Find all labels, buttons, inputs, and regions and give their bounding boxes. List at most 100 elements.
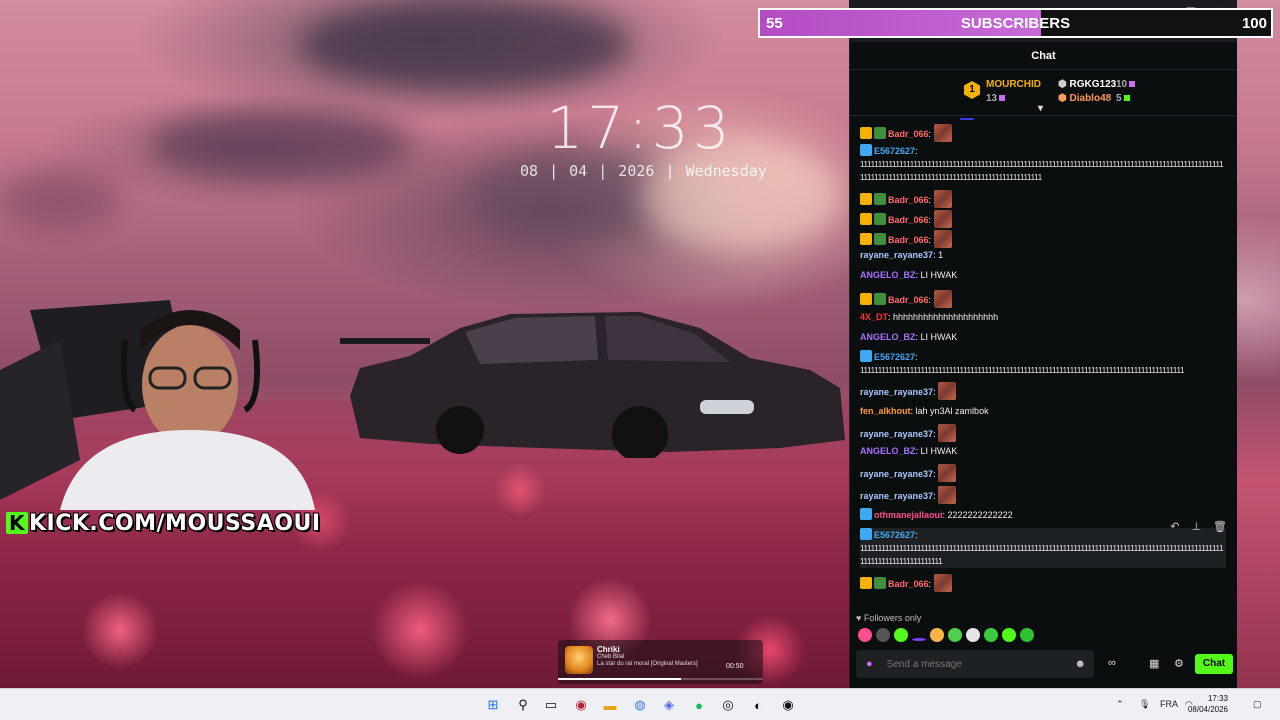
album-art — [565, 646, 593, 674]
notification-icon[interactable]: ▢ — [1253, 699, 1262, 710]
chat-username[interactable]: Badr_066 — [888, 235, 929, 245]
delete-icon[interactable]: 🗑 — [1213, 520, 1227, 533]
chat-username[interactable]: othmanejallaoui — [874, 510, 943, 520]
message-actions: ↶ ⊥ 🗑 — [1170, 520, 1227, 533]
leader-1-count: 13 — [986, 93, 1006, 104]
sub-goal-title: SUBSCRIBERS — [960, 14, 1071, 32]
task-view-icon[interactable]: ▭ — [542, 696, 560, 714]
leader-1-user[interactable]: MOURCHID — [986, 79, 1041, 90]
chat-username[interactable]: fen_alkhout — [860, 406, 911, 416]
store-icon[interactable]: ▦ — [1149, 657, 1159, 670]
emote-2[interactable] — [876, 628, 890, 642]
chat-message[interactable]: Badr_066: — [860, 190, 1226, 208]
mic-icon[interactable]: ● — [866, 658, 873, 670]
emote-8[interactable] — [984, 628, 998, 642]
chrome-icon[interactable]: ◍ — [631, 696, 649, 714]
emoji-icon[interactable]: ☻ — [1074, 658, 1086, 670]
quick-emote-row — [858, 628, 1034, 642]
leader-3-user[interactable]: ⬢ Diablo48 — [1058, 93, 1111, 104]
chat-message-text: LI HWAK — [920, 332, 958, 342]
reply-icon[interactable]: ↶ — [1170, 520, 1179, 533]
chat-message[interactable]: ANGELO_BZ: LI HWAK — [860, 444, 1226, 458]
clock-date: 08 | 04 | 2026 | Wednesday — [520, 162, 767, 180]
chat-message[interactable]: Badr_066: — [860, 290, 1226, 308]
emote-7[interactable] — [966, 628, 980, 642]
skull-badge-icon — [874, 577, 886, 589]
chat-username[interactable]: 4X_DT — [860, 312, 888, 322]
chat-message[interactable]: rayane_rayane37: — [860, 424, 1226, 442]
emote-9[interactable] — [1002, 628, 1016, 642]
file-explorer-icon[interactable]: ▬ — [601, 696, 619, 714]
tray-mic-icon[interactable]: 🎙 — [1139, 699, 1150, 710]
chat-message[interactable]: Badr_066: — [860, 230, 1226, 248]
chat-username[interactable]: Badr_066 — [888, 579, 929, 589]
emote-4[interactable] — [912, 638, 926, 641]
emote-image — [938, 382, 957, 400]
chat-username[interactable]: ANGELO_BZ — [860, 332, 916, 342]
emote-5[interactable] — [930, 628, 944, 642]
emote-1[interactable] — [858, 628, 872, 642]
now-playing-widget: Chriki Cheb Bilal La star du raï moral [… — [558, 640, 763, 684]
emote-image — [933, 124, 952, 142]
chat-username[interactable]: E5672627 — [874, 530, 915, 540]
collapse-icon[interactable]: ▾ — [1038, 103, 1043, 114]
chat-message-list[interactable]: Badr_066: E5672627: 11111111111111111111… — [850, 118, 1238, 608]
app-red-icon[interactable]: ◉ — [572, 696, 590, 714]
subscriber-goal-bar: 55 SUBSCRIBERS 100 — [758, 8, 1273, 38]
chat-message-text: hhhhhhhhhhhhhhhhhhhhh — [893, 312, 999, 322]
chat-username[interactable]: E5672627 — [874, 146, 915, 156]
chat-message[interactable]: E5672627: 111111111111111111111111111111… — [860, 528, 1226, 568]
chat-username[interactable]: E5672627 — [874, 352, 915, 362]
pin-icon[interactable]: ⊥ — [1191, 520, 1201, 533]
chat-username[interactable]: Badr_066 — [888, 129, 929, 139]
chat-message[interactable]: rayane_rayane37: — [860, 382, 1226, 400]
send-chat-button[interactable]: Chat — [1195, 654, 1233, 674]
emote-6[interactable] — [948, 628, 962, 642]
emote-3[interactable] — [894, 628, 908, 642]
app-g-icon[interactable]: ◐ — [749, 696, 767, 714]
settings-gear-icon[interactable]: ⚙ — [1174, 657, 1184, 670]
chat-username[interactable]: ANGELO_BZ — [860, 446, 916, 456]
chat-message[interactable]: ANGELO_BZ: LI HWAK — [860, 330, 1226, 344]
chat-message[interactable]: Badr_066: — [860, 210, 1226, 228]
chat-scrollbar[interactable] — [960, 118, 974, 120]
taskbar-clock[interactable]: 17:33 08/04/2026 — [1188, 693, 1228, 715]
chat-input-box[interactable]: ● ☻ — [856, 650, 1094, 678]
chat-username[interactable]: rayane_rayane37 — [860, 429, 933, 439]
chat-message[interactable]: Badr_066: — [860, 124, 1226, 142]
skull-badge-icon — [874, 127, 886, 139]
search-icon[interactable]: ⚲ — [514, 696, 532, 714]
chat-message[interactable]: ANGELO_BZ: LI HWAK — [860, 268, 1226, 282]
chat-message[interactable]: fen_alkhout: lah yn3Al zamlbok — [860, 404, 1226, 418]
chat-username[interactable]: rayane_rayane37 — [860, 491, 933, 501]
start-icon[interactable]: ⊞ — [484, 696, 502, 714]
chat-message[interactable]: rayane_rayane37: — [860, 486, 1226, 504]
app-dark-icon[interactable]: ◉ — [779, 696, 797, 714]
leader-2-user[interactable]: ⬢ RGKG123 — [1058, 79, 1116, 90]
chat-message[interactable]: Badr_066: — [860, 574, 1226, 592]
subscriber-badge-icon — [860, 508, 872, 520]
language-indicator[interactable]: FRA — [1160, 699, 1178, 709]
silver-badge-icon: ⬢ — [1058, 79, 1067, 90]
chat-username[interactable]: Badr_066 — [888, 295, 929, 305]
chat-username[interactable]: Badr_066 — [888, 215, 929, 225]
kick-url-text: KICK.COM/MOUSSAOUI — [29, 510, 321, 536]
obs-icon[interactable]: ◎ — [719, 696, 737, 714]
spotify-icon[interactable]: ● — [690, 696, 708, 714]
chat-message[interactable]: E5672627: 111111111111111111111111111111… — [860, 144, 1226, 184]
chat-username[interactable]: rayane_rayane37 — [860, 250, 933, 260]
chat-message[interactable]: E5672627: 111111111111111111111111111111… — [860, 350, 1226, 377]
points-icon[interactable]: ∞ — [1108, 657, 1116, 669]
chat-username[interactable]: rayane_rayane37 — [860, 387, 933, 397]
chat-username[interactable]: rayane_rayane37 — [860, 469, 933, 479]
emote-image — [933, 190, 952, 208]
chat-username[interactable]: ANGELO_BZ — [860, 270, 916, 280]
chat-message[interactable]: rayane_rayane37: 1 — [860, 248, 1226, 262]
discord-icon[interactable]: ◈ — [660, 696, 678, 714]
message-input[interactable] — [886, 658, 1067, 670]
chat-username[interactable]: Badr_066 — [888, 195, 929, 205]
chat-message[interactable]: 4X_DT: hhhhhhhhhhhhhhhhhhhhh — [860, 310, 1226, 324]
emote-10[interactable] — [1020, 628, 1034, 642]
tray-chevron-icon[interactable]: ⌃ — [1116, 699, 1124, 710]
chat-message[interactable]: rayane_rayane37: — [860, 464, 1226, 482]
